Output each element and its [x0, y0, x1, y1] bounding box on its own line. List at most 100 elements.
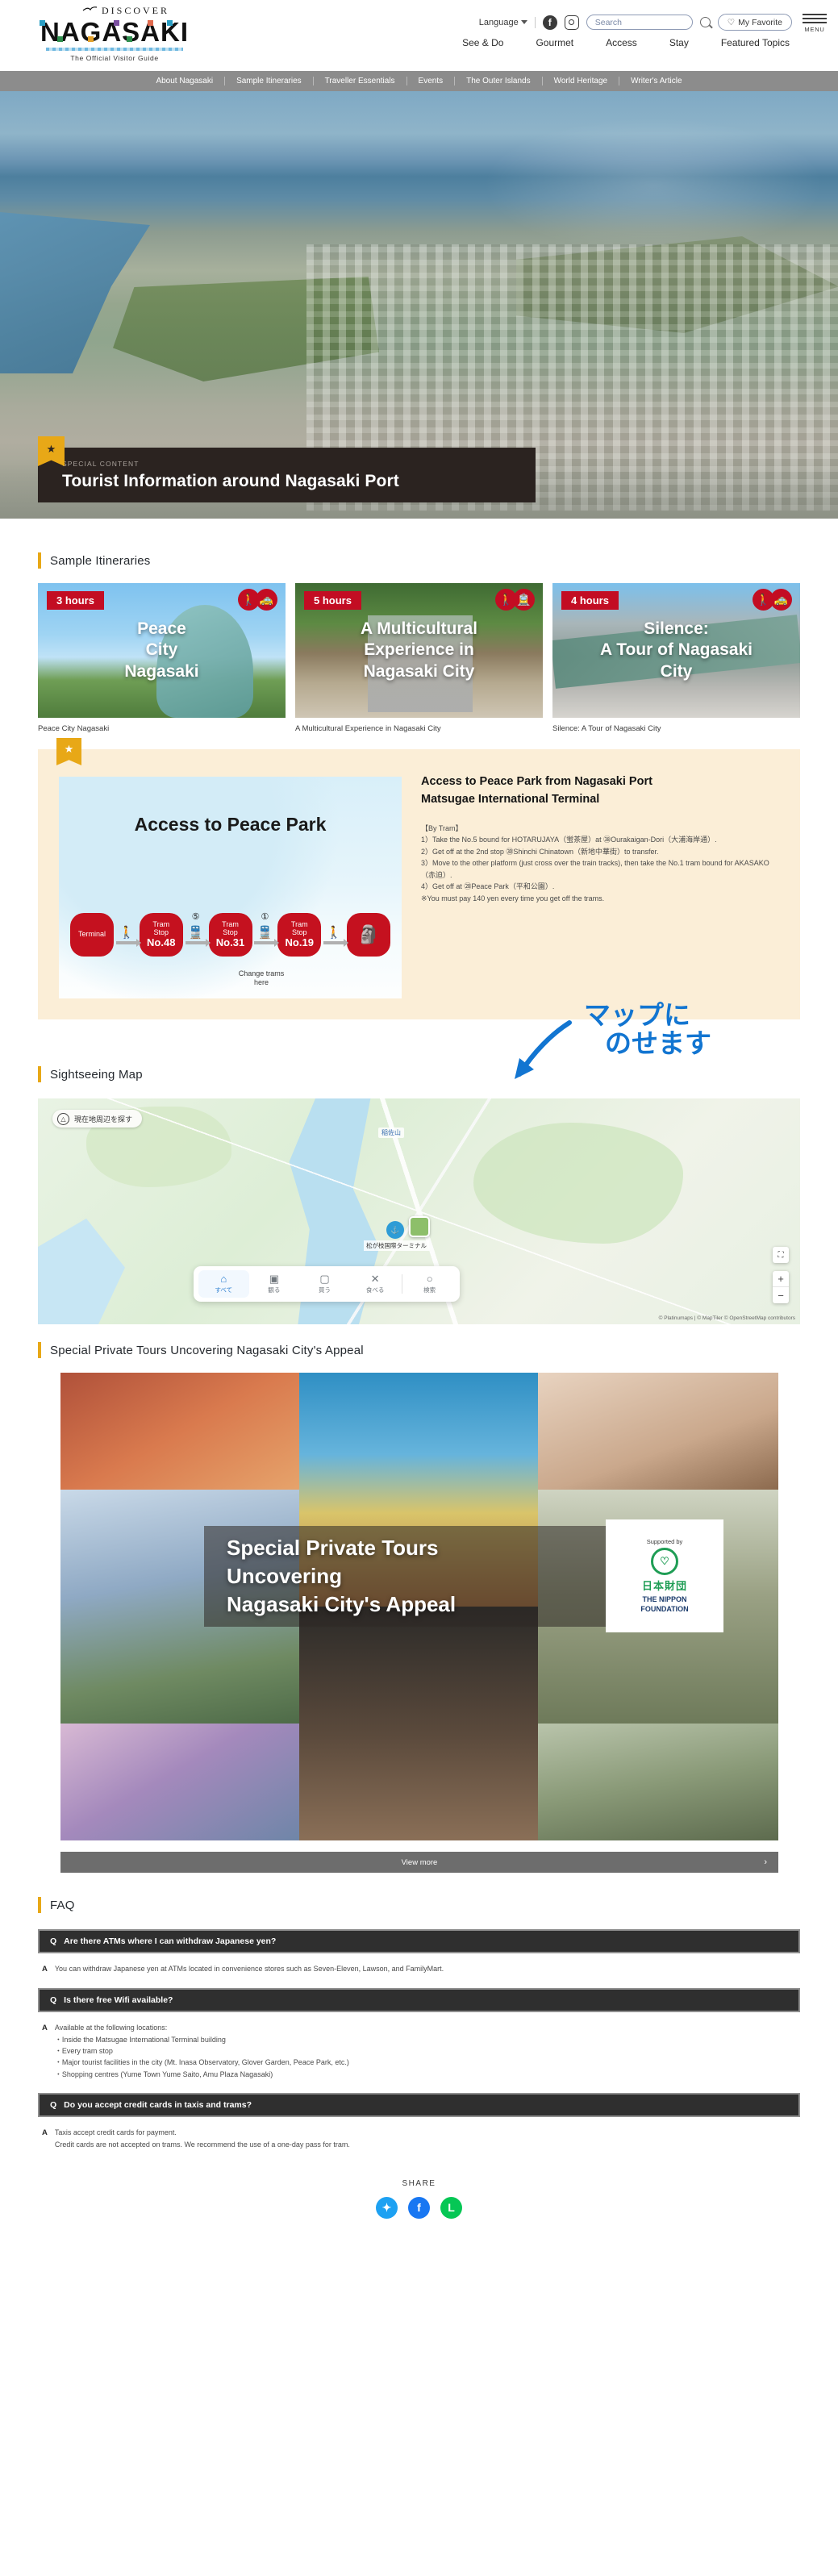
answer-marker: A — [42, 2024, 48, 2033]
faq-answer-lines: Taxis accept credit cards for payment. C… — [55, 2127, 350, 2150]
catnav-writers-article[interactable]: Writer's Article — [619, 77, 693, 85]
heading-accent-bar — [38, 1897, 41, 1913]
zoom-out-button[interactable]: − — [773, 1287, 789, 1303]
catnav-world-heritage[interactable]: World Heritage — [543, 77, 620, 85]
catnav-sample-itineraries[interactable]: Sample Itineraries — [225, 77, 314, 85]
flow-node-label: Tram Stop — [152, 919, 170, 936]
star-icon: ★ — [38, 436, 65, 466]
taxi-icon: 🚕 — [770, 589, 792, 611]
faq-question-text: Is there free Wifi available? — [64, 1995, 173, 2006]
facebook-icon[interactable]: f — [542, 15, 557, 30]
faq-heading-label: FAQ — [50, 1898, 75, 1912]
faq-answer: A Available at the following locations: … — [42, 2022, 800, 2080]
map-photo-pin[interactable] — [409, 1216, 430, 1237]
menu-bar — [803, 22, 827, 23]
locate-nearby-button[interactable]: △ 現在地周辺を探す — [52, 1110, 143, 1128]
catnav-about-nagasaki[interactable]: About Nagasaki — [144, 77, 226, 85]
hero-kicker: SPECIAL CONTENT — [62, 459, 140, 468]
nippon-foundation-icon: ♡ — [651, 1548, 678, 1576]
itinerary-card-caption: Peace City Nagasaki — [38, 724, 110, 733]
faq-answer-line: Taxis accept credit cards for payment. — [54, 2128, 177, 2137]
map-tab-all[interactable]: ⌂ すべて — [198, 1270, 249, 1298]
chevron-down-icon — [520, 20, 527, 24]
language-selector[interactable]: Language — [479, 18, 527, 27]
map-tab-label: すべて — [215, 1286, 233, 1294]
handwritten-annotation: マップに のせます — [515, 1001, 711, 1079]
fullscreen-icon[interactable]: ⛶ — [773, 1247, 789, 1263]
view-more-label: View more — [401, 1857, 438, 1867]
map-tab-eat[interactable]: ✕ 食べる — [350, 1273, 401, 1294]
zoom-in-button[interactable]: + — [773, 1271, 789, 1287]
site-logo[interactable]: DISCOVER NAGASAKI The Official Visitor G… — [38, 5, 191, 62]
flow-connector-walk: 🚶 — [114, 925, 141, 947]
camera-icon: ▣ — [269, 1273, 280, 1285]
search-icon[interactable] — [699, 17, 711, 27]
access-flow: Terminal 🚶 Tram Stop No.48 ⑤ 🚆 Tram Stop — [70, 912, 390, 957]
arrow-icon — [115, 939, 141, 947]
faq-answer-line: ・Shopping centres (Yume Town Yume Saito,… — [54, 2070, 273, 2078]
chevron-right-icon: › — [764, 1857, 767, 1867]
line-icon[interactable]: L — [440, 2196, 462, 2219]
faq-answer-line: Available at the following locations: — [54, 2024, 168, 2032]
nav-item-gourmet[interactable]: Gourmet — [536, 37, 573, 48]
flow-node-label: Tram Stop — [290, 919, 308, 936]
nav-item-featured-topics[interactable]: Featured Topics — [721, 37, 790, 48]
my-favorite-button[interactable]: ♡ My Favorite — [717, 14, 792, 31]
question-marker: Q — [50, 1936, 57, 1946]
tram-icon: 🚊 — [513, 589, 535, 611]
catnav-outer-islands[interactable]: The Outer Islands — [455, 77, 543, 85]
tours-banner[interactable]: Special Private Tours Uncovering Nagasak… — [60, 1373, 778, 1840]
map-category-tabs: ⌂ すべて ▣ 観る ▢ 買う ✕ 食べる ○ 検索 — [194, 1266, 460, 1302]
map-tab-label: 買う — [318, 1286, 331, 1294]
category-navigation: About Nagasaki Sample Itineraries Travel… — [0, 71, 838, 91]
map-tab-see[interactable]: ▣ 観る — [249, 1273, 300, 1294]
faq-answer-lines: You can withdraw Japanese yen at ATMs lo… — [55, 1963, 444, 1975]
annotation-arrow-icon — [515, 1020, 572, 1079]
faq-question[interactable]: Q Are there ATMs where I can withdraw Ja… — [38, 1929, 800, 1953]
view-more-button[interactable]: View more › — [60, 1852, 778, 1873]
share-section: SHARE ✦ f L — [0, 2179, 838, 2243]
facebook-icon[interactable]: f — [408, 2196, 430, 2219]
page-title: Tourist Information around Nagasaki Port — [62, 471, 399, 490]
catnav-events[interactable]: Events — [407, 77, 456, 85]
itinerary-card[interactable]: 4 hours 🚶 🚕 Silence: A Tour of Nagasaki … — [552, 583, 800, 733]
flow-node-tram-48: Tram Stop No.48 — [139, 913, 183, 957]
map-tab-search[interactable]: ○ 検索 — [404, 1273, 455, 1294]
answer-marker: A — [42, 2128, 48, 2138]
arrow-icon — [185, 939, 211, 947]
access-diagram: Access to Peace Park Terminal 🚶 Tram Sto… — [59, 777, 402, 998]
map-tab-buy[interactable]: ▢ 買う — [299, 1273, 350, 1294]
search-input[interactable] — [594, 17, 684, 27]
nav-item-see-and-do[interactable]: See & Do — [462, 37, 503, 48]
itinerary-card[interactable]: 5 hours 🚶 🚊 A Multicultural Experience i… — [295, 583, 543, 733]
header-utility-bar: Language f ♡ My Favorite MENU — [479, 11, 827, 33]
map-tab-label: 観る — [268, 1286, 281, 1294]
sightseeing-map-widget[interactable]: △ 現在地周辺を探す 稲佐山 ⚓ 松が枝国際ターミナル ⌂ すべて ▣ 観る ▢… — [38, 1098, 800, 1324]
transport-icons: 🚶 🚕 — [238, 589, 277, 611]
nav-item-stay[interactable]: Stay — [669, 37, 689, 48]
answer-marker: A — [42, 1965, 48, 1974]
map-label-inasa[interactable]: 稲佐山 — [378, 1128, 404, 1138]
arrow-icon — [254, 939, 280, 947]
menu-button[interactable]: MENU — [803, 11, 827, 33]
catnav-traveller-essentials[interactable]: Traveller Essentials — [314, 77, 407, 85]
section-heading-faq: FAQ — [38, 1897, 838, 1913]
my-favorite-label: My Favorite — [738, 17, 782, 27]
flow-line-number: ⑤ — [191, 912, 200, 922]
logo-discover-text: DISCOVER — [49, 5, 202, 18]
faq-question[interactable]: Q Do you accept credit cards in taxis an… — [38, 2093, 800, 2118]
twitter-icon[interactable]: ✦ — [376, 2196, 398, 2219]
map-pin-terminal[interactable]: ⚓ — [386, 1221, 404, 1239]
instagram-icon[interactable] — [564, 15, 579, 30]
map-tab-label: 検索 — [423, 1286, 436, 1294]
nav-item-access[interactable]: Access — [606, 37, 637, 48]
faq-answer-line: You can withdraw Japanese yen at ATMs lo… — [54, 1965, 444, 1973]
search-box[interactable] — [586, 15, 693, 30]
flow-node-label: Tram Stop — [222, 919, 239, 936]
nippon-jp-label: 日本財団 — [641, 1580, 687, 1593]
flow-node-tram-19: Tram Stop No.19 — [277, 913, 322, 957]
faq-question[interactable]: Q Is there free Wifi available? — [38, 1988, 800, 2013]
question-marker: Q — [50, 2100, 57, 2111]
locate-icon: △ — [57, 1112, 69, 1125]
itinerary-card[interactable]: 3 hours 🚶 🚕 Peace City Nagasaki Peace Ci… — [38, 583, 286, 733]
